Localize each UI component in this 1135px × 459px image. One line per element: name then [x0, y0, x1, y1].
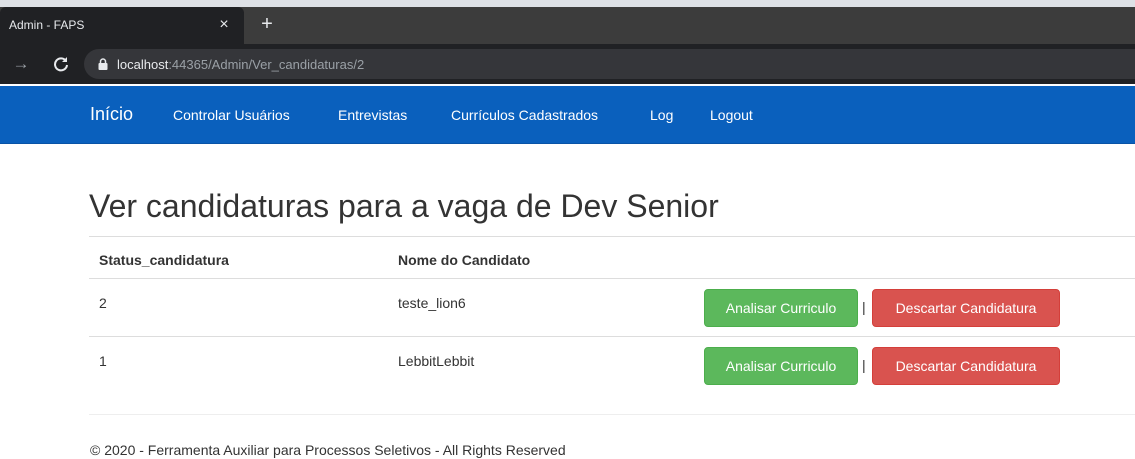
cell-status: 2 [99, 295, 107, 311]
address-bar[interactable]: localhost:44365/Admin/Ver_candidaturas/2 [84, 49, 1135, 79]
nav-link-log[interactable]: Log [650, 107, 673, 123]
url-path: :44365/Admin/Ver_candidaturas/2 [168, 57, 365, 72]
nav-link-curriculos-cadastrados[interactable]: Currículos Cadastrados [451, 107, 598, 123]
action-separator: | [862, 299, 866, 315]
site-navbar: Início Controlar Usuários Entrevistas Cu… [0, 86, 1135, 144]
analisar-curriculo-button[interactable]: Analisar Curriculo [704, 347, 858, 385]
url-host: localhost [117, 57, 169, 72]
page-title: Ver candidaturas para a vaga de Dev Seni… [89, 188, 719, 224]
nav-link-controlar-usuarios[interactable]: Controlar Usuários [173, 107, 290, 123]
cell-status: 1 [99, 353, 107, 369]
footer-text: © 2020 - Ferramenta Auxiliar para Proces… [90, 442, 566, 458]
new-tab-icon[interactable]: + [256, 14, 278, 36]
footer-divider [89, 414, 1135, 415]
descartar-candidatura-button[interactable]: Descartar Candidatura [872, 289, 1060, 327]
analisar-curriculo-button[interactable]: Analisar Curriculo [704, 289, 858, 327]
action-separator: | [862, 357, 866, 373]
browser-tab[interactable]: Admin - FAPS × [0, 7, 244, 44]
header-status: Status_candidatura [99, 252, 229, 268]
reload-icon[interactable] [50, 53, 72, 75]
tab-title: Admin - FAPS [9, 18, 85, 32]
forward-arrow-icon[interactable]: → [10, 53, 32, 75]
tab-close-icon[interactable]: × [214, 15, 234, 35]
cell-name: teste_lion6 [398, 295, 466, 311]
table-header-row: Status_candidatura Nome do Candidato [89, 236, 1135, 279]
header-nome: Nome do Candidato [398, 252, 531, 268]
cell-name: LebbitLebbit [398, 353, 475, 369]
browser-toolbar: → localhost:44365/Admin/Ver_candidaturas… [0, 44, 1135, 84]
lock-icon [98, 58, 108, 70]
browser-tabstrip: Admin - FAPS × + [0, 0, 1135, 44]
nav-link-entrevistas[interactable]: Entrevistas [338, 107, 407, 123]
nav-link-logout[interactable]: Logout [710, 107, 753, 123]
table-row: 1 LebbitLebbit Analisar Curriculo | Desc… [89, 336, 1135, 394]
brand-link[interactable]: Início [90, 104, 133, 125]
table-row: 2 teste_lion6 Analisar Curriculo | Desca… [89, 278, 1135, 336]
descartar-candidatura-button[interactable]: Descartar Candidatura [872, 347, 1060, 385]
url-text: localhost:44365/Admin/Ver_candidaturas/2 [117, 57, 364, 72]
